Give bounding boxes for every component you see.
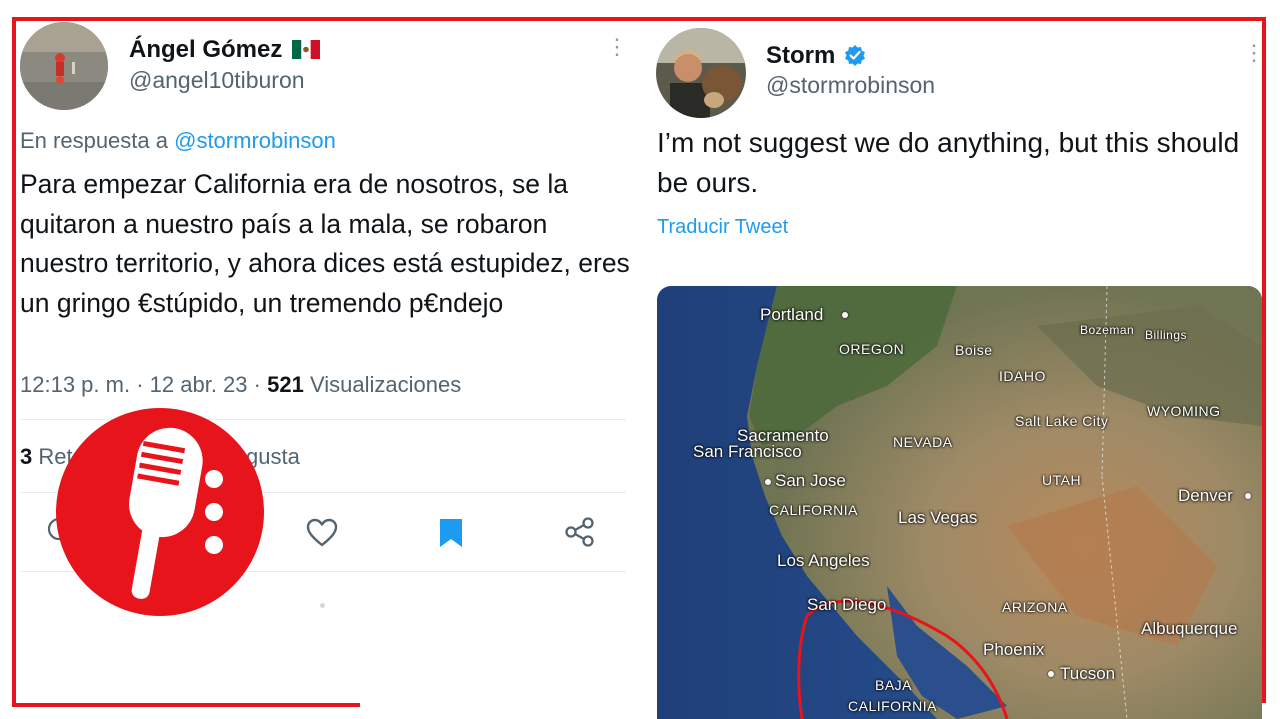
map-city-dot <box>1048 671 1054 677</box>
map-label-phoenix: Phoenix <box>983 640 1045 659</box>
user-handle[interactable]: @stormrobinson <box>766 72 935 99</box>
display-name[interactable]: Storm <box>766 42 866 70</box>
frame-left-border <box>12 17 16 707</box>
display-name-text[interactable]: Ángel Gómez <box>129 36 282 63</box>
user-handle[interactable]: @angel10tiburon <box>129 67 305 94</box>
tweet-time[interactable]: 12:13 p. m. <box>20 372 130 397</box>
reply-context: En respuesta a @stormrobinson <box>20 128 336 154</box>
meta-separator: · <box>253 372 261 397</box>
more-options-icon[interactable]: ⋮ <box>1243 42 1265 64</box>
like-button[interactable] <box>306 518 338 553</box>
verified-badge-icon <box>844 44 866 66</box>
map-label-arizona: ARIZONA <box>1002 599 1068 615</box>
microphone-logo-icon <box>56 408 264 616</box>
avatar[interactable] <box>20 22 108 110</box>
map-label-albuquerque: Albuquerque <box>1141 619 1238 638</box>
map-city-dot <box>765 479 771 485</box>
map-city-dot <box>842 312 848 318</box>
map-label-san-francisco: San Francisco <box>693 442 802 461</box>
avatar[interactable] <box>656 28 746 118</box>
retweets-count[interactable]: 3 <box>20 444 32 469</box>
map-label-california: CALIFORNIA <box>769 502 859 518</box>
map-label-baja-california: CALIFORNIA <box>848 698 938 714</box>
frame-bottom-border <box>12 703 360 707</box>
tweet-text: I’m not suggest we do anything, but this… <box>657 127 1240 198</box>
map-city-dot <box>1245 493 1251 499</box>
views-label: Visualizaciones <box>309 372 462 397</box>
views-count: 521 <box>267 372 304 397</box>
more-options-icon[interactable]: ⋮ <box>606 36 628 58</box>
map-label-portland: Portland <box>760 305 824 324</box>
share-button[interactable] <box>564 516 596 553</box>
map-label-san-jose: San Jose <box>775 471 846 490</box>
display-name[interactable]: Ángel Gómez <box>129 36 321 64</box>
tweet-map-image[interactable]: Portland OREGON Boise IDAHO Bozeman Bill… <box>657 286 1262 719</box>
map-label-wyoming: WYOMING <box>1147 403 1221 419</box>
frame-right-border <box>1262 17 1266 703</box>
map-label-los-angeles: Los Angeles <box>777 551 870 570</box>
translate-tweet-link[interactable]: Traducir Tweet <box>657 216 788 239</box>
mexico-flag-icon <box>292 38 321 59</box>
scroll-indicator-dot <box>320 603 325 608</box>
map-label-bozeman: Bozeman <box>1080 323 1135 337</box>
bookmark-button[interactable] <box>438 517 464 554</box>
map-label-oregon: OREGON <box>839 341 905 357</box>
tweet-date[interactable]: 12 abr. 23 <box>150 372 248 397</box>
tweet-text: Para empezar California era de nosotros,… <box>20 169 630 318</box>
map-label-baja: BAJA <box>875 677 913 693</box>
share-icon <box>565 517 594 547</box>
display-name-text[interactable]: Storm <box>766 42 835 69</box>
map-label-boise: Boise <box>955 342 993 358</box>
map-label-utah: UTAH <box>1042 472 1082 488</box>
map-label-idaho: IDAHO <box>999 368 1046 384</box>
map-label-billings: Billings <box>1145 328 1188 342</box>
map-label-las-vegas: Las Vegas <box>898 508 978 527</box>
map-label-salt-lake-city: Salt Lake City <box>1015 413 1109 429</box>
bookmark-icon <box>440 519 462 547</box>
map-label-denver: Denver <box>1178 486 1233 505</box>
map-label-san-diego: San Diego <box>807 595 887 614</box>
frame-top-border <box>12 17 1266 21</box>
map-label-tucson: Tucson <box>1060 664 1116 683</box>
reply-prefix: En respuesta a <box>20 128 168 153</box>
heart-icon <box>306 518 338 547</box>
reply-mention-link[interactable]: @stormrobinson <box>174 128 336 153</box>
meta-separator: · <box>136 372 144 397</box>
tweet-metadata: 12:13 p. m. · 12 abr. 23 · 521 Visualiza… <box>20 372 461 398</box>
map-label-nevada: NEVADA <box>893 434 953 450</box>
